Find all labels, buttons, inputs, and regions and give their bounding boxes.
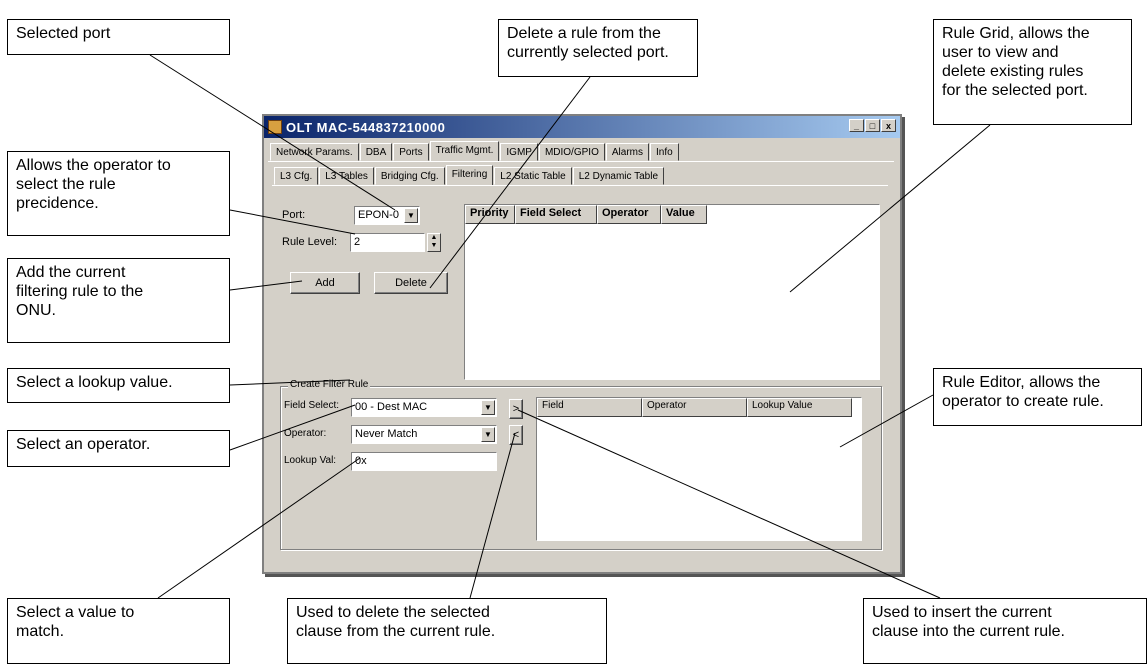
operator-dropdown[interactable]: Never Match ▼: [351, 425, 497, 444]
lookup-value: 0x: [355, 455, 367, 467]
callout-delete-clause: Used to delete the selected clause from …: [287, 598, 607, 664]
tab-traffic-mgmt[interactable]: Traffic Mgmt.: [429, 141, 500, 161]
port-select-value: EPON-0: [358, 209, 399, 221]
tab-igmp[interactable]: IGMP: [500, 143, 538, 161]
tab-l2-static-table[interactable]: L2 Static Table: [494, 167, 572, 185]
lookup-label: Lookup Val:: [284, 455, 337, 466]
tab-network-params[interactable]: Network Params.: [270, 143, 359, 161]
grid-col-priority[interactable]: Priority: [465, 205, 515, 224]
callout-add-rule: Add the current filtering rule to the ON…: [7, 258, 230, 343]
add-button[interactable]: Add: [290, 272, 360, 294]
tab-alarms[interactable]: Alarms: [605, 143, 649, 161]
chevron-down-icon[interactable]: ▼: [404, 208, 418, 223]
callout-insert-clause: Used to insert the current clause into t…: [863, 598, 1147, 664]
editor-col-field[interactable]: Field: [537, 398, 642, 417]
create-filter-rule-title: Create Filter Rule: [288, 379, 371, 390]
rule-level-value: 2: [354, 236, 361, 248]
chevron-down-icon[interactable]: ▼: [481, 427, 495, 442]
editor-col-lookup-value[interactable]: Lookup Value: [747, 398, 852, 417]
callout-lookup: Select a lookup value.: [7, 368, 230, 403]
tab-ports[interactable]: Ports: [393, 143, 429, 161]
editor-col-operator[interactable]: Operator: [642, 398, 747, 417]
rule-editor-grid[interactable]: [536, 397, 862, 541]
operator-value: Never Match: [355, 428, 418, 440]
callout-precedence: Allows the operator to select the rule p…: [7, 151, 230, 236]
app-icon: [268, 120, 282, 134]
callout-operator: Select an operator.: [7, 430, 230, 467]
tab-info[interactable]: Info: [649, 143, 679, 161]
delete-button[interactable]: Delete: [374, 272, 448, 294]
title-bar[interactable]: OLT MAC-544837210000 _ □ x: [264, 116, 900, 138]
rule-level-input[interactable]: 2: [350, 233, 425, 252]
window-title: OLT MAC-544837210000: [286, 119, 446, 135]
rule-level-spinner[interactable]: ▲ ▼: [427, 233, 441, 252]
port-label: Port:: [282, 209, 306, 221]
field-select-dropdown[interactable]: 00 - Dest MAC ▼: [351, 398, 497, 417]
close-button[interactable]: x: [881, 119, 896, 132]
field-select-value: 00 - Dest MAC: [355, 401, 428, 413]
tab-l3-tables[interactable]: L3 Tables: [319, 167, 374, 185]
rule-level-label: Rule Level:: [282, 236, 338, 248]
operator-label: Operator:: [284, 428, 327, 439]
app-window: OLT MAC-544837210000 _ □ x Network Param…: [262, 114, 902, 574]
tab-dba[interactable]: DBA: [359, 143, 393, 161]
tab-filtering[interactable]: Filtering: [445, 165, 494, 185]
grid-col-operator[interactable]: Operator: [597, 205, 661, 224]
chevron-down-icon[interactable]: ▼: [481, 400, 495, 415]
grid-col-value[interactable]: Value: [661, 205, 707, 224]
tab-l3-cfg[interactable]: L3 Cfg.: [274, 167, 319, 185]
callout-value-match: Select a value to match.: [7, 598, 230, 664]
callout-rule-grid: Rule Grid, allows the user to view and d…: [933, 19, 1132, 125]
port-select[interactable]: EPON-0 ▼: [354, 206, 420, 225]
tab-bridging-cfg[interactable]: Bridging Cfg.: [374, 167, 445, 185]
insert-clause-button[interactable]: >: [509, 399, 523, 419]
callout-selected-port: Selected port: [7, 19, 230, 55]
rule-grid[interactable]: [464, 204, 880, 380]
lookup-value-input[interactable]: 0x: [351, 452, 497, 471]
tab-mdio-gpio[interactable]: MDIO/GPIO: [538, 143, 605, 161]
field-select-label: Field Select:: [284, 400, 340, 411]
callout-delete-rule: Delete a rule from the currently selecte…: [498, 19, 698, 77]
callout-rule-editor: Rule Editor, allows the operator to crea…: [933, 368, 1142, 426]
tab-l2-dynamic-table[interactable]: L2 Dynamic Table: [572, 167, 665, 185]
minimize-button[interactable]: _: [849, 119, 864, 132]
grid-col-field-select[interactable]: Field Select: [515, 205, 597, 224]
maximize-button[interactable]: □: [865, 119, 880, 132]
remove-clause-button[interactable]: <: [509, 425, 523, 445]
